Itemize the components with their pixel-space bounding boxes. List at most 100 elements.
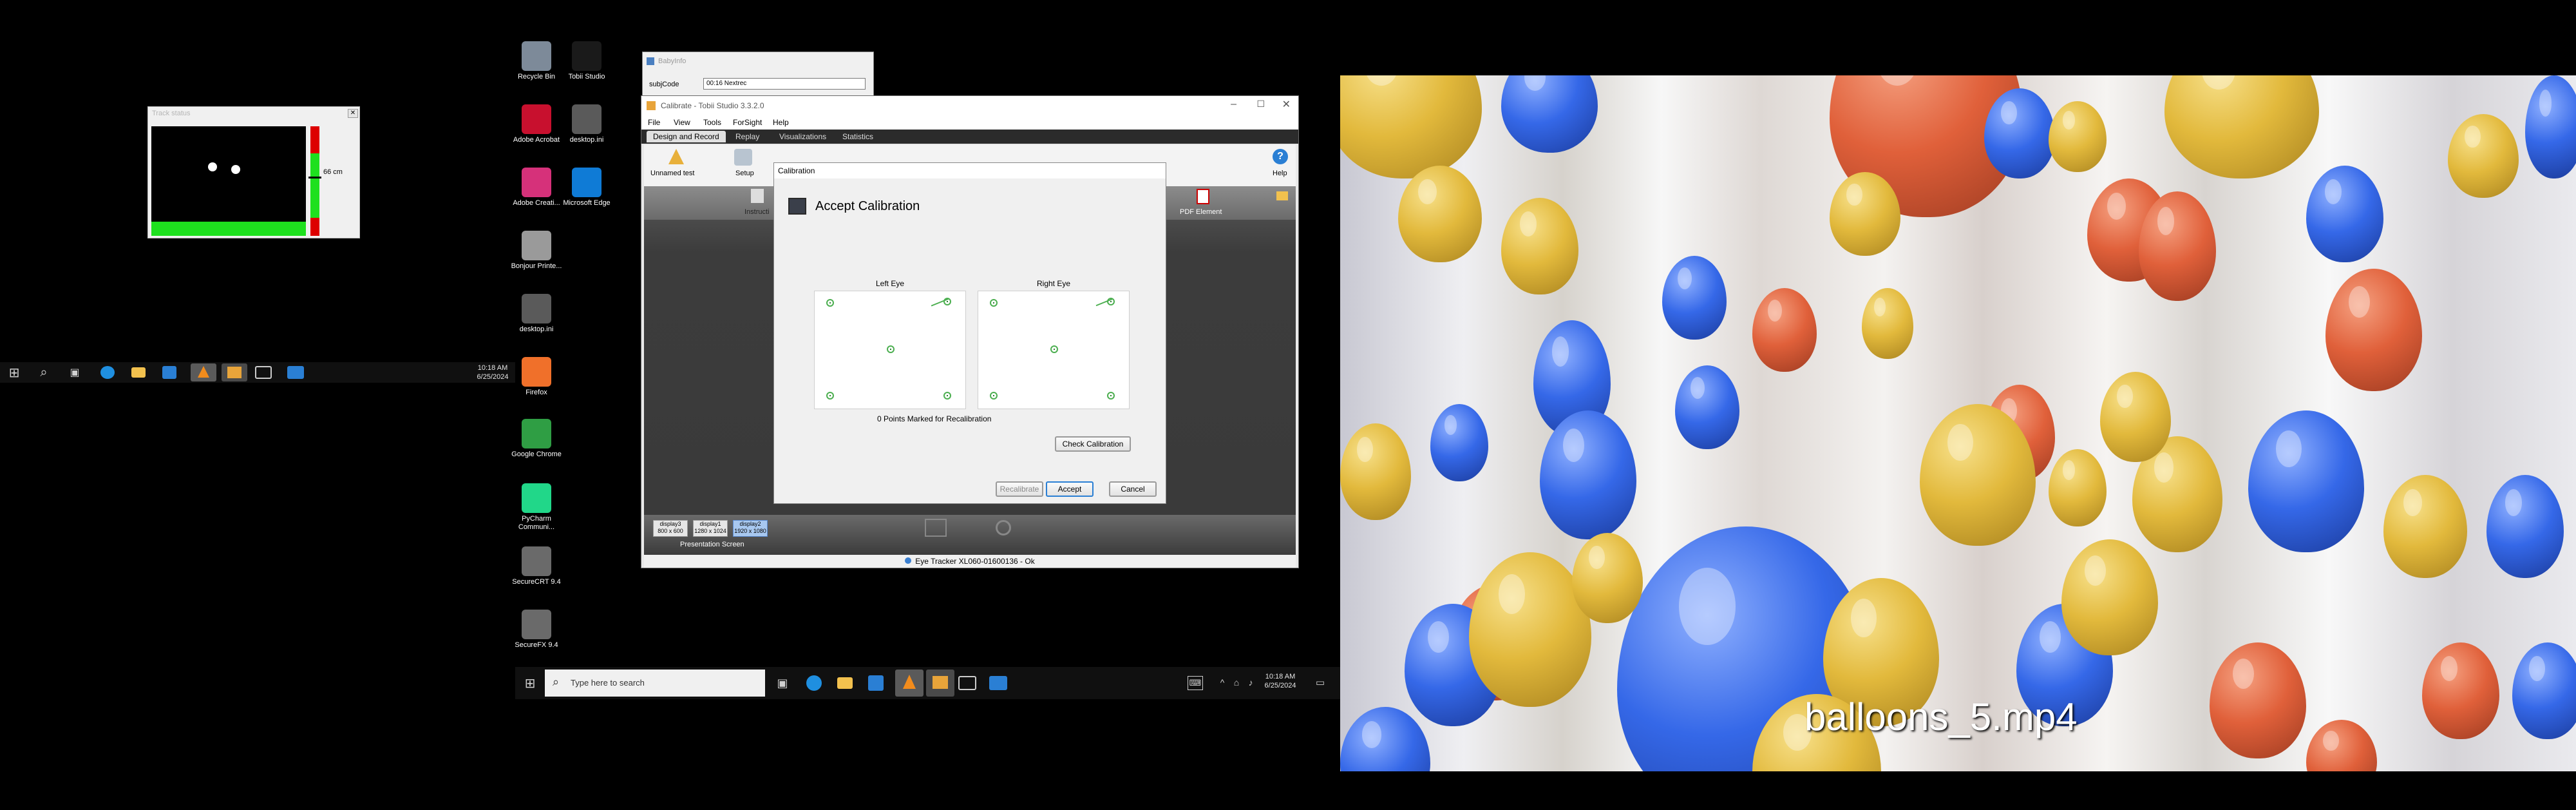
- help-label[interactable]: Help: [1273, 169, 1287, 177]
- video-player[interactable]: [1340, 75, 2576, 771]
- windows-start-icon[interactable]: ⊞: [522, 675, 538, 691]
- presentation-screen-label: Presentation Screen: [680, 541, 744, 548]
- help-icon[interactable]: ?: [1273, 149, 1288, 164]
- desktop-icon-securefx[interactable]: SecureFX 9.4: [509, 610, 564, 650]
- menu-help[interactable]: Help: [773, 118, 789, 127]
- terminal-icon[interactable]: [958, 676, 976, 690]
- recycle-bin-icon: [522, 41, 551, 71]
- tab-visualizations[interactable]: Visualizations: [779, 132, 826, 141]
- balloon: [1830, 172, 1900, 256]
- dialog-header: Accept Calibration: [815, 199, 920, 213]
- track-quality-bar: [151, 222, 306, 236]
- desktop-icon-label: Bonjour Printe...: [511, 262, 562, 270]
- check-calibration-button[interactable]: Check Calibration: [1055, 436, 1131, 452]
- desktop-icon-firefox[interactable]: Firefox: [509, 357, 564, 397]
- pdf-label[interactable]: PDF Element: [1180, 208, 1222, 216]
- balloon: [1752, 288, 1817, 372]
- display-3-button[interactable]: display3 800 x 600: [653, 520, 688, 537]
- file-explorer-icon[interactable]: [131, 367, 146, 378]
- balloon: [1340, 75, 1482, 178]
- menu-forsight[interactable]: ForSight: [733, 118, 762, 127]
- pdf-icon[interactable]: [1197, 189, 1209, 204]
- search-icon[interactable]: ⌕: [36, 365, 52, 380]
- task-view-icon[interactable]: ▣: [67, 365, 82, 380]
- test-name[interactable]: Unnamed test: [650, 169, 694, 177]
- balloon: [2448, 114, 2519, 198]
- track-status-title: Track status: [152, 110, 191, 117]
- task-view-icon[interactable]: ▣: [774, 675, 791, 691]
- desktop-icon-bonjour-printer[interactable]: Bonjour Printe...: [509, 231, 564, 271]
- edge-icon[interactable]: [100, 366, 115, 379]
- desktop-icon-label: desktop.ini: [569, 136, 604, 144]
- desktop-icon-tobii-studio[interactable]: Tobii Studio: [559, 41, 614, 81]
- clock[interactable]: 10:18 AM 6/25/2024: [1256, 672, 1305, 690]
- tray-arrow-icon[interactable]: ^: [1216, 675, 1229, 690]
- balloon: [2100, 372, 2171, 462]
- record-control-icon[interactable]: [925, 519, 947, 537]
- desktop-icon-desktop-ini[interactable]: desktop.ini: [509, 294, 564, 334]
- store-icon[interactable]: [162, 366, 176, 379]
- store-icon[interactable]: [868, 675, 884, 691]
- vlc-app-button[interactable]: [191, 363, 216, 381]
- desktop-icon-securecrt[interactable]: SecureCRT 9.4: [509, 546, 564, 586]
- video-caption: balloons_5.mp4: [1804, 695, 2078, 738]
- desktop-icon-label: Firefox: [526, 389, 547, 396]
- lock-icon[interactable]: [1276, 191, 1288, 200]
- babyinfo-title: BabyInfo: [658, 57, 687, 65]
- accept-button[interactable]: Accept: [1046, 481, 1094, 497]
- volume-icon[interactable]: ♪: [1244, 675, 1257, 690]
- display-2-button[interactable]: display2 1920 x 1080: [733, 520, 768, 537]
- tobii-app-button[interactable]: [222, 363, 247, 381]
- app-icon: [647, 57, 654, 65]
- tab-replay[interactable]: Replay: [735, 132, 759, 141]
- desktop-icon-microsoft-edge[interactable]: Microsoft Edge: [559, 168, 614, 207]
- eye-position-view: [151, 126, 306, 236]
- edge-icon[interactable]: [806, 675, 822, 691]
- vlc-app-button[interactable]: [895, 670, 923, 697]
- windows-start-icon[interactable]: ⊞: [6, 365, 22, 380]
- recalibrate-button[interactable]: Recalibrate: [996, 481, 1043, 497]
- setup-label[interactable]: Setup: [735, 169, 754, 177]
- file-explorer-icon[interactable]: [837, 677, 853, 689]
- setup-icon[interactable]: [734, 149, 752, 166]
- securecrt-icon: [522, 546, 551, 576]
- instruction-label[interactable]: Instructi: [744, 208, 770, 216]
- tab-statistics[interactable]: Statistics: [842, 132, 873, 141]
- settings-icon[interactable]: [996, 520, 1011, 535]
- network-icon[interactable]: ⌂: [1230, 675, 1243, 690]
- left-eye-plot[interactable]: [814, 291, 966, 409]
- desktop-icon-desktop-ini[interactable]: desktop.ini: [559, 104, 614, 144]
- display-1-button[interactable]: display1 1280 x 1024: [693, 520, 728, 537]
- subjcode-input[interactable]: 00:16 Nextrec: [703, 78, 866, 90]
- cancel-button[interactable]: Cancel: [1109, 481, 1157, 497]
- window-app-icon[interactable]: [287, 366, 304, 379]
- securefx-icon: [522, 610, 551, 639]
- desktop-icon-recycle-bin[interactable]: Recycle Bin: [509, 41, 564, 81]
- window-app-icon[interactable]: [989, 676, 1007, 690]
- menu-tools[interactable]: Tools: [703, 118, 721, 127]
- right-eye-plot[interactable]: [978, 291, 1130, 409]
- minimize-icon[interactable]: –: [1231, 99, 1236, 110]
- search-box[interactable]: ⌕ Type here to search: [545, 670, 765, 697]
- tobii-app-button[interactable]: [926, 670, 954, 697]
- terminal-icon[interactable]: [255, 366, 272, 379]
- menu-view[interactable]: View: [674, 118, 690, 127]
- keyboard-icon[interactable]: ⌨: [1188, 676, 1203, 690]
- instruction-icon[interactable]: [751, 189, 764, 203]
- close-icon[interactable]: ✕: [1282, 98, 1291, 111]
- test-icon[interactable]: [668, 149, 684, 164]
- notification-icon[interactable]: ▭: [1312, 675, 1328, 690]
- close-icon[interactable]: ✕: [348, 109, 358, 118]
- desktop-icon-pycharm[interactable]: PyCharm Communi...: [509, 483, 564, 532]
- balloon: [2248, 410, 2364, 552]
- balloon: [2512, 642, 2576, 739]
- desktop-icon-adobe-acrobat[interactable]: Adobe Acrobat: [509, 104, 564, 144]
- recalibration-count: 0 Points Marked for Recalibration: [877, 414, 992, 423]
- menu-file[interactable]: File: [648, 118, 660, 127]
- tab-design-record[interactable]: Design and Record: [647, 131, 726, 142]
- maximize-icon[interactable]: ☐: [1256, 99, 1265, 110]
- bonjour-printer-icon: [522, 231, 551, 260]
- desktop-icon-adobe-creative-cloud[interactable]: Adobe Creati...: [509, 168, 564, 207]
- desktop-icon-google-chrome[interactable]: Google Chrome: [509, 419, 564, 459]
- desktop-icon-label: SecureFX 9.4: [515, 641, 558, 649]
